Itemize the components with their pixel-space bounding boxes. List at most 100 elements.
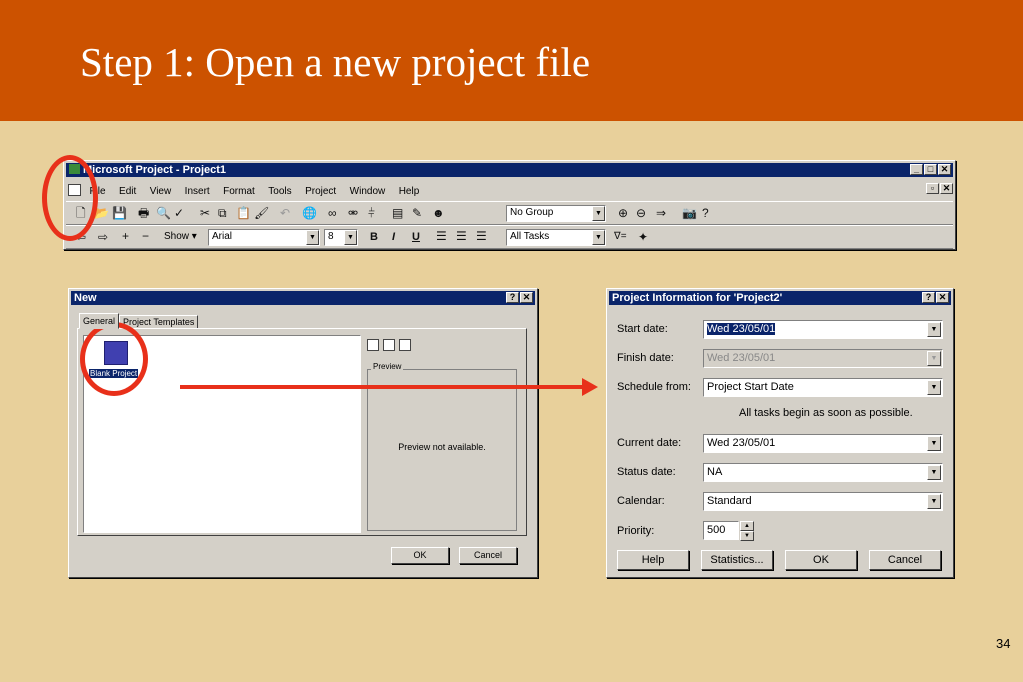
ok-button[interactable]: OK [391, 547, 449, 564]
minus-icon[interactable]: − [142, 229, 149, 243]
italic-icon[interactable]: I [392, 230, 395, 244]
start-date-field[interactable]: Wed 23/05/01 ▼ [703, 320, 943, 339]
menu-bar: File Edit View Insert Format Tools Proje… [68, 181, 948, 199]
gantt-wizard-icon[interactable]: ✦ [638, 230, 648, 244]
menu-window[interactable]: Window [350, 186, 386, 197]
maximize-button[interactable]: □ [924, 164, 937, 175]
minimize-button[interactable]: _ [910, 164, 923, 175]
underline-icon[interactable]: U [412, 230, 420, 244]
priority-stepper[interactable]: 500 [703, 521, 739, 540]
chevron-down-icon[interactable]: ▼ [927, 436, 941, 451]
font-size-dropdown[interactable]: 8 ▼ [324, 229, 358, 246]
menu-insert[interactable]: Insert [185, 186, 210, 197]
hyperlink-icon[interactable]: 🌐 [302, 206, 317, 220]
finish-date-label: Finish date: [617, 352, 674, 364]
plus-icon[interactable]: + [122, 229, 129, 243]
large-icons-view-icon[interactable] [367, 339, 379, 351]
slide-title: Step 1: Open a new project file [80, 39, 591, 85]
info-dialog-titlebar: Project Information for 'Project2' ? ✕ [609, 291, 951, 305]
spin-up-icon[interactable]: ▲ [740, 521, 754, 531]
font-dropdown[interactable]: Arial ▼ [208, 229, 320, 246]
zoom-in-icon[interactable]: ⊕ [618, 206, 628, 220]
assign-resources-icon[interactable]: ☻ [432, 206, 445, 220]
unlink-tasks-icon[interactable]: ⚮ [348, 206, 358, 220]
align-left-icon[interactable]: ☰ [436, 229, 447, 243]
menu-tools[interactable]: Tools [268, 186, 291, 197]
preview-text: Preview not available. [398, 442, 486, 452]
menu-view[interactable]: View [150, 186, 172, 197]
list-view-icon[interactable] [383, 339, 395, 351]
split-task-icon[interactable]: ⫩ [368, 206, 375, 220]
ms-project-window: Microsoft Project - Project1 _ □ ✕ File … [63, 160, 956, 250]
autofilter-icon[interactable]: ∇= [614, 230, 627, 244]
window-titlebar: Microsoft Project - Project1 _ □ ✕ [66, 163, 953, 177]
spelling-icon[interactable]: ✓ [174, 206, 184, 220]
current-date-label: Current date: [617, 437, 682, 449]
menu-format[interactable]: Format [223, 186, 255, 197]
save-icon[interactable]: 💾 [112, 206, 127, 220]
zoom-out-icon[interactable]: ⊖ [636, 206, 646, 220]
cancel-button[interactable]: Cancel [869, 550, 941, 570]
finish-date-field: Wed 23/05/01 ▼ [703, 349, 943, 368]
bold-icon[interactable]: B [370, 230, 378, 244]
current-date-field[interactable]: Wed 23/05/01 ▼ [703, 434, 943, 453]
schedule-from-dropdown[interactable]: Project Start Date ▼ [703, 378, 943, 397]
close-button[interactable]: ✕ [520, 292, 533, 303]
copy-picture-icon[interactable]: 📷 [682, 206, 697, 220]
preview-label: Preview [371, 362, 404, 371]
priority-label: Priority: [617, 525, 655, 537]
arrow-right-icon[interactable]: ⇨ [98, 230, 108, 244]
statistics-button[interactable]: Statistics... [701, 550, 773, 570]
chevron-down-icon[interactable]: ▼ [592, 230, 605, 245]
chevron-down-icon[interactable]: ▼ [927, 380, 941, 395]
help-icon[interactable]: ? [702, 206, 709, 220]
copy-icon[interactable]: ⧉ [218, 206, 227, 220]
filter-dropdown[interactable]: All Tasks ▼ [506, 229, 606, 246]
status-date-field[interactable]: NA ▼ [703, 463, 943, 482]
schedule-from-label: Schedule from: [617, 381, 691, 393]
help-button[interactable]: Help [617, 550, 689, 570]
details-view-icon[interactable] [399, 339, 411, 351]
menu-help[interactable]: Help [399, 186, 420, 197]
print-icon[interactable]: 🖶 [138, 206, 149, 220]
pointer-arrow [180, 378, 598, 396]
close-button[interactable]: ✕ [938, 164, 951, 175]
tab-general[interactable]: General [79, 313, 120, 329]
task-info-icon[interactable]: ▤ [392, 206, 403, 220]
window-title: Microsoft Project - Project1 [83, 164, 227, 176]
ok-button[interactable]: OK [785, 550, 857, 570]
cut-icon[interactable]: ✂ [200, 206, 210, 220]
paste-icon[interactable]: 📋 [236, 206, 251, 220]
calendar-dropdown[interactable]: Standard ▼ [703, 492, 943, 511]
doc-close-button[interactable]: ✕ [940, 183, 953, 194]
calendar-label: Calendar: [617, 495, 665, 507]
align-center-icon[interactable]: ☰ [456, 229, 467, 243]
restore-button[interactable]: ▫ [926, 183, 939, 194]
cancel-button[interactable]: Cancel [459, 547, 517, 564]
group-dropdown[interactable]: No Group ▼ [506, 205, 606, 222]
format-painter-icon[interactable]: 🖌 [254, 206, 269, 220]
help-button[interactable]: ? [506, 292, 519, 303]
goto-task-icon[interactable]: ⇒ [656, 206, 666, 220]
chevron-down-icon[interactable]: ▼ [927, 322, 941, 337]
align-right-icon[interactable]: ☰ [476, 229, 487, 243]
undo-icon[interactable]: ↶ [280, 206, 290, 220]
chevron-down-icon[interactable]: ▼ [927, 465, 941, 480]
chevron-down-icon[interactable]: ▼ [927, 494, 941, 509]
menu-edit[interactable]: Edit [119, 186, 136, 197]
chevron-down-icon[interactable]: ▼ [344, 230, 357, 245]
close-button[interactable]: ✕ [936, 292, 949, 303]
notes-icon[interactable]: ✎ [412, 206, 422, 220]
show-button[interactable]: Show ▾ [164, 231, 197, 242]
chevron-down-icon[interactable]: ▼ [592, 206, 605, 221]
menu-project[interactable]: Project [305, 186, 336, 197]
page-number: 34 [996, 636, 1011, 651]
chevron-down-icon[interactable]: ▼ [306, 230, 319, 245]
spin-down-icon[interactable]: ▼ [740, 531, 754, 541]
schedule-note: All tasks begin as soon as possible. [739, 407, 913, 419]
standard-toolbar: 🗋 📂 💾 🖶 🔍 ✓ ✂ ⧉ 📋 🖌 ↶ 🌐 ∞ ⚮ ⫩ ▤ ✎ ☻ No G… [66, 201, 953, 225]
print-preview-icon[interactable]: 🔍 [156, 206, 171, 220]
help-button[interactable]: ? [922, 292, 935, 303]
new-dialog-titlebar: New ? ✕ [71, 291, 535, 305]
link-tasks-icon[interactable]: ∞ [328, 206, 337, 220]
